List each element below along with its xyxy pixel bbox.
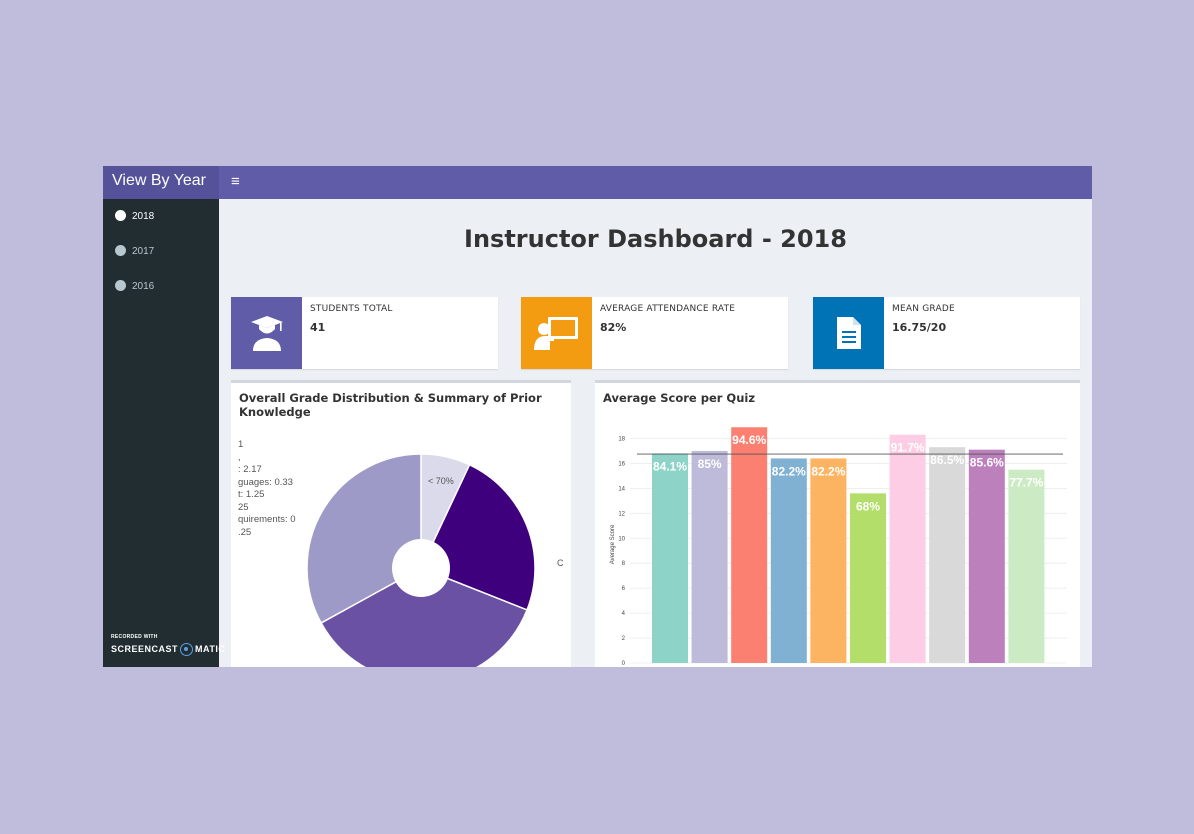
record-icon (180, 643, 194, 656)
dashboard-icon (115, 209, 126, 221)
quiz-bar[interactable] (810, 458, 847, 663)
y-tick-label: 16 (618, 461, 625, 467)
bar-data-label: 77.7% (1009, 476, 1043, 490)
quiz-bar[interactable] (850, 493, 886, 663)
infobox-label: MEAN GRADE (892, 304, 955, 314)
infobox-students-total: STUDENTS TOTAL 41 (231, 297, 498, 369)
y-tick-label: 6 (622, 586, 626, 592)
donut-chart: < 70% C (306, 453, 564, 667)
quiz-bar[interactable] (770, 458, 807, 663)
bar-data-label: 82.2% (811, 464, 845, 478)
graduate-icon (231, 297, 302, 369)
y-tick-label: 18 (618, 436, 625, 442)
hamburger-icon[interactable]: ≡ (231, 174, 240, 189)
watermark-brand-left: SCREENCAST (111, 643, 179, 654)
document-icon (813, 297, 884, 369)
bar-data-label: 94.6% (732, 433, 766, 447)
quiz-bar[interactable] (929, 447, 966, 663)
infobox-value: 82% (600, 321, 627, 334)
quiz-bar[interactable] (1008, 469, 1045, 663)
sidebar-item-2016[interactable]: 2016 (103, 274, 219, 300)
main-content: Instructor Dashboard - 2018 STUDENTS TOT… (219, 199, 1092, 667)
sidebar-item-label: 2018 (132, 211, 155, 222)
y-tick-label: 8 (622, 561, 626, 567)
y-axis-label: Average Score (610, 524, 616, 564)
edge-label-fragment: C (557, 558, 564, 568)
y-tick-label: 0 (622, 661, 626, 667)
y-tick-label: 10 (618, 536, 625, 542)
quiz-bar[interactable] (968, 449, 1005, 663)
donut-hole (392, 539, 450, 597)
bar-data-label: 85% (698, 457, 722, 471)
infobox-mean-grade: MEAN GRADE 16.75/20 (813, 297, 1080, 369)
infobox-value: 16.75/20 (892, 321, 947, 334)
y-tick-label: 2 (622, 636, 626, 642)
grade-distribution-panel: Overall Grade Distribution & Summary of … (231, 380, 571, 667)
quiz-score-panel: Average Score per Quiz 0 2 4 6 8 10 12 14 16 18 Av… (595, 380, 1080, 667)
top-navbar: View By Year ≡ (103, 166, 1092, 199)
slice-label: < 70% (428, 476, 454, 486)
quiz-bar[interactable] (691, 450, 728, 663)
page-title: Instructor Dashboard - 2018 (464, 225, 847, 253)
infobox-value: 41 (310, 321, 326, 334)
sidebar-item-label: 2017 (132, 246, 155, 257)
bar-data-label: 91.7% (891, 441, 925, 455)
watermark-small-text: RECORDED WITH (111, 634, 158, 640)
bar-data-label: 85.6% (970, 456, 1004, 470)
recording-watermark: RECORDED WITH SCREENCAST MATIC (111, 634, 225, 656)
quiz-bar[interactable] (889, 434, 926, 663)
quiz-bar[interactable] (652, 453, 688, 663)
y-tick-label: 14 (618, 486, 625, 492)
sidebar-item-label: 2016 (132, 281, 155, 292)
sidebar-item-2018[interactable]: 2018 (103, 204, 219, 230)
infobox-label: AVERAGE ATTENDANCE RATE (600, 304, 736, 314)
bar-data-label: 68% (856, 499, 880, 513)
dashboard-icon (115, 279, 126, 291)
sidebar-item-2017[interactable]: 2017 (103, 239, 219, 265)
bar-data-label: 84.1% (653, 459, 687, 473)
presentation-icon (521, 297, 592, 369)
infobox-label: STUDENTS TOTAL (310, 304, 393, 314)
dashboard-icon (115, 244, 126, 256)
bar-data-label: 86.5% (930, 453, 964, 467)
dashboard-window: View By Year ≡ 2018 2017 2016 RECORDED W… (103, 166, 1092, 667)
bar-data-label: 82.2% (772, 464, 806, 478)
brand-title[interactable]: View By Year (103, 166, 219, 199)
sidebar: 2018 2017 2016 RECORDED WITH SCREENCAST M… (103, 199, 225, 667)
y-tick-label: 12 (618, 511, 625, 517)
bar-chart: 0 2 4 6 8 10 12 14 16 18 Average Score 84.1% 85% 94.6… (610, 426, 1067, 667)
infobox-attendance-rate: AVERAGE ATTENDANCE RATE 82% (521, 297, 788, 369)
quiz-bar[interactable] (731, 427, 768, 663)
y-tick-label: 4 (622, 611, 626, 617)
